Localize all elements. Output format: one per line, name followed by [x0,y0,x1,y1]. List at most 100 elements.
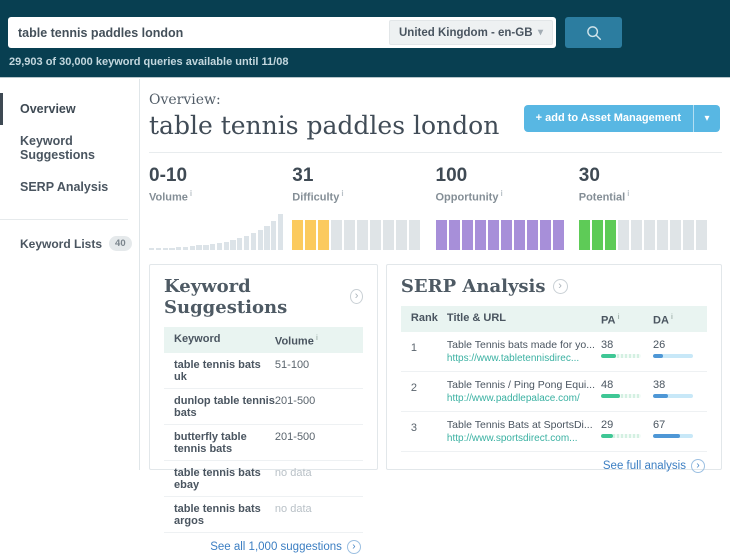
info-icon[interactable]: i [617,312,619,321]
search-button[interactable] [565,17,622,48]
info-icon[interactable]: i [316,333,318,342]
serp-result-url[interactable]: http://www.paddlepalace.com/ [447,393,595,404]
da-value: 67 [653,419,697,431]
suggestion-row[interactable]: dunlop table tennis bats201-500 [164,389,363,425]
volume-label: Volumei [149,189,292,204]
suggestion-keyword[interactable]: dunlop table tennis bats [174,395,275,419]
info-icon[interactable]: i [671,312,673,321]
info-icon[interactable]: i [627,189,629,198]
keyword-lists-label: Keyword Lists [20,237,102,251]
column-volume: Volumei [275,333,353,348]
volume-bar [258,230,263,250]
locale-dropdown[interactable]: United Kingdom - en-GB ▾ [389,20,553,45]
volume-bar [203,245,208,250]
serp-pa-score: 48 [601,379,653,404]
suggestions-table: Keyword Volumei table tennis bats uk51-1… [164,327,363,534]
suggestion-row[interactable]: table tennis bats argosno data [164,497,363,533]
sidebar-item-overview[interactable]: Overview [0,93,139,125]
add-button-label[interactable]: + add to Asset Management [524,105,694,132]
serp-da-score: 67 [653,419,697,444]
volume-bar [271,221,276,250]
suggestion-volume: 201-500 [275,395,353,419]
gauge-segment [579,220,590,250]
chevron-right-icon[interactable]: › [350,289,363,304]
column-da: DAi [653,312,697,327]
opportunity-value: 100 [436,165,579,187]
da-bar [653,434,693,438]
pa-bar-fill [601,434,613,438]
serp-result-row: 2Table Tennis / Ping Pong Equi... http://… [401,372,707,412]
keyword-search-input[interactable] [8,17,389,48]
sidebar-item-serp-analysis[interactable]: SERP Analysis [0,171,139,203]
suggestion-keyword[interactable]: table tennis bats ebay [174,467,275,491]
info-icon[interactable]: i [500,189,502,198]
da-bar-fill [653,434,680,438]
keyword-suggestions-title: Keyword Suggestions › [164,276,363,318]
info-icon[interactable]: i [190,189,192,198]
pa-value: 29 [601,419,653,431]
volume-bar [190,246,195,250]
gauge-segment [553,220,564,250]
gauge-segment [514,220,525,250]
serp-rank: 2 [411,379,447,404]
pa-bar [601,354,641,358]
serp-title-url: Table Tennis bats made for yo...https://… [447,339,601,364]
chevron-down-icon: ▾ [538,27,543,38]
gauge-segment [396,220,407,250]
suggestion-keyword[interactable]: table tennis bats argos [174,503,275,527]
gauge-segment [370,220,381,250]
metric-volume: 0-10 Volumei [149,165,292,250]
da-bar-fill [653,354,663,358]
metrics-row: 0-10 Volumei 31 Difficultyi 100 Opportun… [141,153,730,250]
top-bar: United Kingdom - en-GB ▾ 29,903 of 30,00… [0,0,730,78]
gauge-segment [696,220,707,250]
info-icon[interactable]: i [341,189,343,198]
volume-bar [156,248,161,250]
suggestion-keyword[interactable]: table tennis bats uk [174,359,275,383]
chevron-right-icon: › [691,459,705,473]
suggestion-row[interactable]: table tennis bats uk51-100 [164,353,363,389]
sidebar-item-keyword-lists[interactable]: Keyword Lists 40 [20,236,139,251]
locale-dropdown-value: United Kingdom - en-GB [399,27,533,39]
serp-result-url[interactable]: https://www.tabletennisdirec... [447,353,595,364]
chevron-down-icon[interactable]: ▾ [694,105,720,132]
serp-result-url[interactable]: http://www.sportsdirect.com... [447,433,595,444]
metric-difficulty: 31 Difficultyi [292,165,435,250]
gauge-segment [631,220,642,250]
potential-value: 30 [579,165,722,187]
suggestion-keyword[interactable]: butterfly table tennis bats [174,431,275,455]
volume-bar [264,226,269,250]
search-bar: United Kingdom - en-GB ▾ [8,17,556,48]
sidebar-divider [0,219,128,220]
see-full-analysis-link[interactable]: See full analysis › [401,452,707,473]
pa-bar [601,394,641,398]
serp-title-url: Table Tennis / Ping Pong Equi... http://w… [447,379,601,404]
add-to-asset-management-button[interactable]: + add to Asset Management ▾ [524,105,720,132]
chevron-right-icon[interactable]: › [553,279,568,294]
serp-da-score: 26 [653,339,697,364]
keyword-suggestions-card: Keyword Suggestions › Keyword Volumei ta… [149,264,378,470]
see-all-suggestions-link[interactable]: See all 1,000 suggestions › [164,533,363,554]
suggestion-row[interactable]: butterfly table tennis bats201-500 [164,425,363,461]
serp-result-title: Table Tennis / Ping Pong Equi... [447,379,595,391]
pa-value: 48 [601,379,653,391]
gauge-segment [344,220,355,250]
chevron-right-icon: › [347,540,361,554]
suggestion-row[interactable]: table tennis bats ebayno data [164,461,363,497]
sidebar: Overview Keyword Suggestions SERP Analys… [0,79,140,470]
gauge-segment [670,220,681,250]
gauge-segment [449,220,460,250]
sidebar-item-keyword-suggestions[interactable]: Keyword Suggestions [0,125,139,171]
serp-da-score: 38 [653,379,697,404]
column-keyword: Keyword [174,333,275,348]
da-bar [653,354,693,358]
suggestion-volume: no data [275,467,353,491]
gauge-segment [305,220,316,250]
suggestion-volume: 201-500 [275,431,353,455]
serp-result-row: 3Table Tennis Bats at SportsDi...http://… [401,412,707,452]
serp-body: 1Table Tennis bats made for yo...https:/… [401,332,707,452]
gauge-segment [409,220,420,250]
gauge-segment [331,220,342,250]
opportunity-gauge [436,220,564,250]
serp-result-title: Table Tennis Bats at SportsDi... [447,419,595,431]
